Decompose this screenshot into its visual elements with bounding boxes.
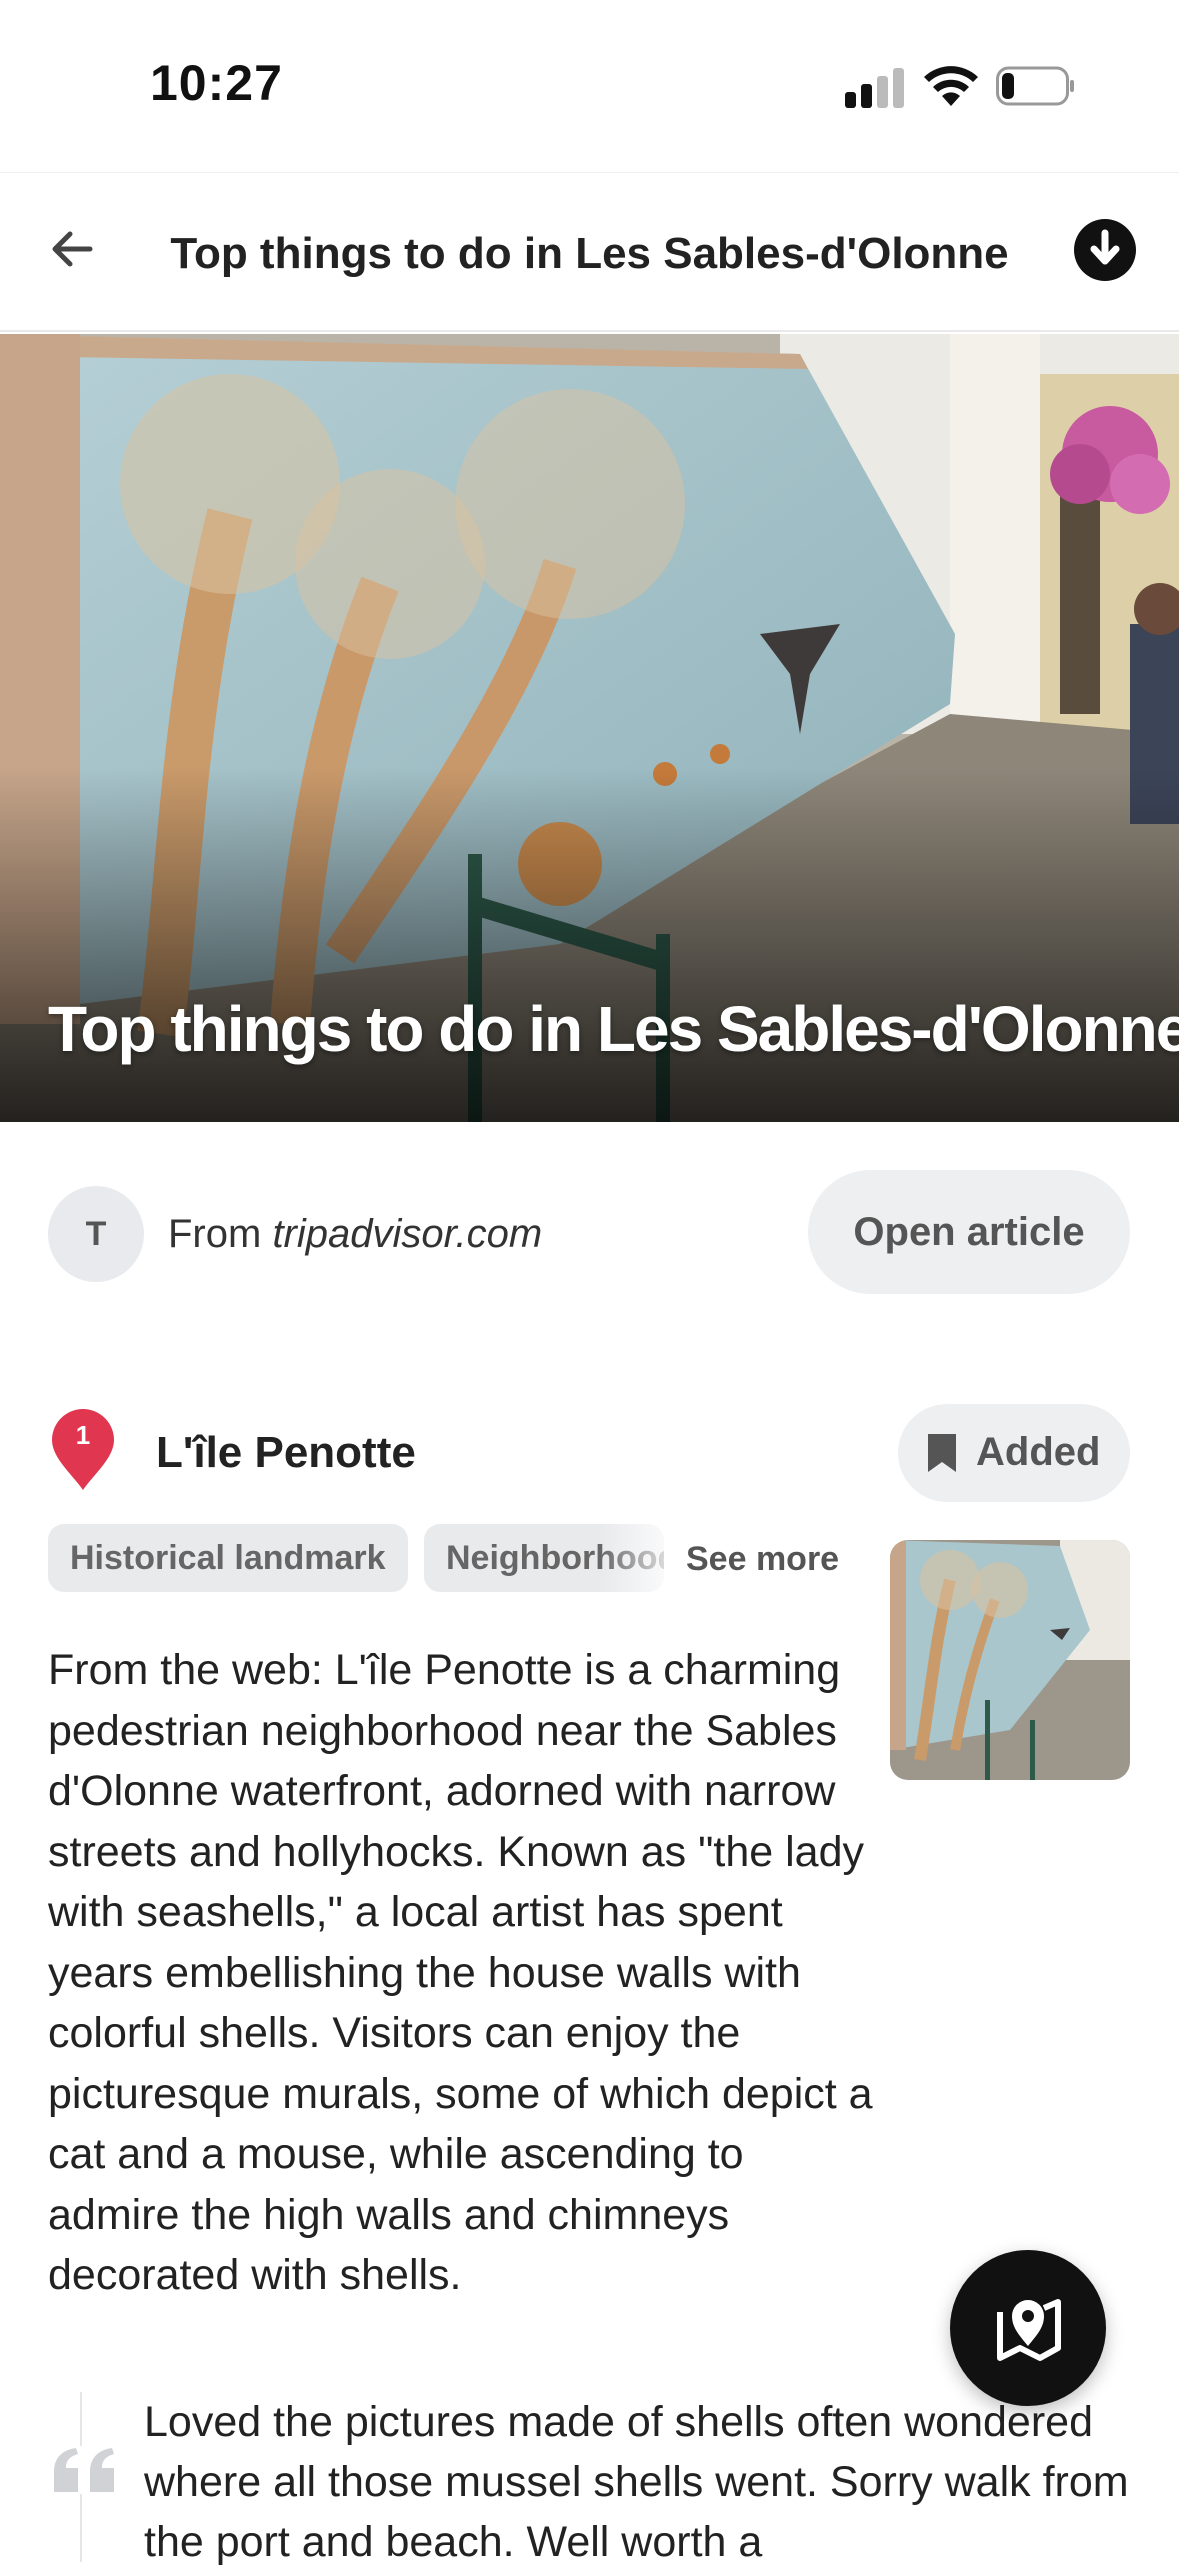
thumbnail-photo xyxy=(890,1540,1130,1780)
hero-image: Top things to do in Les Sables-d'Olonne xyxy=(0,334,1179,1122)
map-button[interactable] xyxy=(950,2250,1106,2406)
see-more-link[interactable]: See more xyxy=(684,1540,840,1579)
item-description: From the web: L'île Penotte is a charmin… xyxy=(48,1646,873,2299)
open-article-button[interactable]: Open article xyxy=(808,1170,1130,1294)
bookmark-icon xyxy=(928,1434,956,1472)
source-site[interactable]: tripadvisor.com xyxy=(272,1212,542,1256)
page-title: Top things to do in Les Sables-d'Olonne xyxy=(170,229,1009,278)
review-quote: Loved the pictures made of shells often … xyxy=(144,2398,1129,2566)
download-icon xyxy=(1090,229,1120,265)
source-label: From tripadvisor.com xyxy=(168,1212,542,1257)
tags-fade xyxy=(600,1524,686,1592)
item-number: 1 xyxy=(75,1420,91,1450)
added-label: Added xyxy=(976,1430,1101,1474)
source-prefix: From xyxy=(168,1212,273,1256)
tag-historical-landmark[interactable]: Historical landmark xyxy=(48,1524,408,1592)
map-pin-icon xyxy=(997,2299,1061,2361)
quote-icon xyxy=(50,2446,120,2494)
signal-icon xyxy=(845,68,905,108)
nav-header: Top things to do in Les Sables-d'Olonne xyxy=(0,172,1179,332)
hero-title: Top things to do in Les Sables-d'Olonne xyxy=(48,993,1179,1065)
status-time: 10:27 xyxy=(150,55,283,111)
battery-icon xyxy=(996,66,1074,106)
source-avatar: T xyxy=(48,1186,144,1282)
back-arrow-icon[interactable] xyxy=(40,217,104,281)
item-thumbnail[interactable] xyxy=(890,1540,1130,1780)
wifi-icon xyxy=(924,66,978,106)
added-button[interactable]: Added xyxy=(898,1404,1130,1502)
status-bar: 10:27 xyxy=(0,0,1179,172)
download-button[interactable] xyxy=(1074,219,1136,281)
item-title[interactable]: L'île Penotte xyxy=(156,1428,416,1478)
